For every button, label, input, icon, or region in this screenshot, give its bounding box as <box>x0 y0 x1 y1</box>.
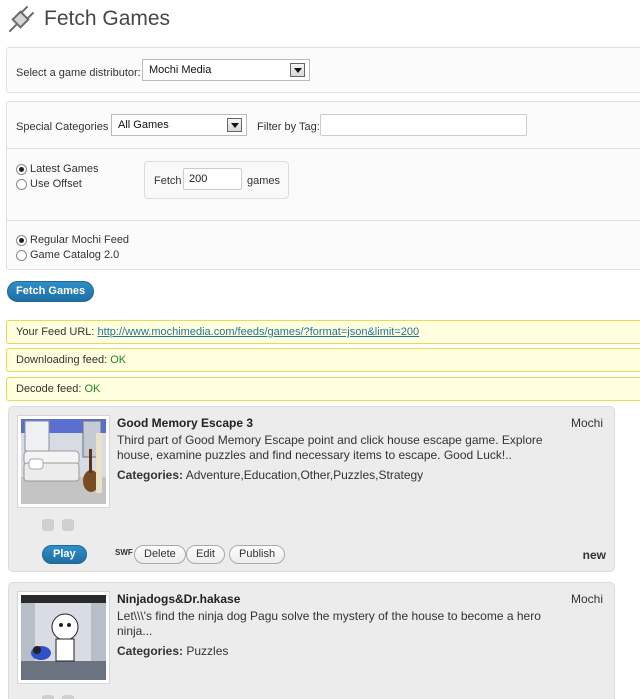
game-description: Third part of Good Memory Escape point a… <box>117 433 543 462</box>
vote-group <box>42 519 74 531</box>
downloading-label: Downloading feed: <box>16 354 108 366</box>
radio-selected-icon <box>16 234 27 246</box>
latest-games-radio[interactable]: Latest Games <box>16 163 98 175</box>
thumbs-up-icon[interactable] <box>62 519 74 531</box>
categories-label: Categories: <box>117 644 184 658</box>
fetch-count-group: Fetch 200 games <box>144 161 289 199</box>
fetch-games-button[interactable]: Fetch Games <box>7 281 95 302</box>
distributor-selected-value: Mochi Media <box>149 64 212 76</box>
game-title: Ninjadogs&Dr.hakase <box>117 592 241 606</box>
decode-label: Decode feed: <box>16 383 82 395</box>
thumbs-up-icon[interactable] <box>62 695 74 699</box>
game-thumbnail-image <box>21 419 106 504</box>
game-catalog-label: Game Catalog 2.0 <box>30 249 120 261</box>
categories-label: Categories: <box>117 468 184 482</box>
game-thumbnail-image <box>21 595 106 680</box>
downloading-notice: Downloading feed: OK <box>6 348 640 372</box>
vote-group <box>42 695 74 699</box>
special-categories-select[interactable]: All Games <box>111 114 247 136</box>
distributor-select[interactable]: Mochi Media <box>142 59 310 81</box>
radio-selected-icon <box>16 163 27 175</box>
downloading-status: OK <box>110 354 127 366</box>
latest-games-label: Latest Games <box>30 163 99 175</box>
radio-unselected-icon <box>16 178 27 190</box>
distributor-panel: Select a game distributor: Mochi Media <box>6 47 640 93</box>
game-categories: Categories: Puzzles <box>117 644 228 658</box>
games-label: games <box>247 175 281 187</box>
delete-button[interactable]: Delete <box>134 545 186 564</box>
game-thumbnail[interactable] <box>17 415 110 508</box>
game-status: new <box>582 548 606 562</box>
fetch-count-input[interactable]: 200 <box>183 168 242 190</box>
game-thumbnail[interactable] <box>17 591 110 684</box>
edit-button[interactable]: Edit <box>186 545 225 564</box>
radio-unselected-icon <box>16 249 27 261</box>
decode-notice: Decode feed: OK <box>6 377 640 401</box>
chevron-down-icon <box>227 118 242 132</box>
game-source: Mochi <box>570 592 603 606</box>
game-card: Ninjadogs&Dr.hakase Mochi Let\\\'s find … <box>8 582 615 699</box>
special-categories-label: Special Categories <box>16 121 109 133</box>
feed-url-link[interactable]: http://www.mochimedia.com/feeds/games/?f… <box>98 326 420 338</box>
swf-icon: SWF <box>115 548 133 557</box>
game-title: Good Memory Escape 3 <box>117 416 254 430</box>
publish-button[interactable]: Publish <box>229 545 286 564</box>
game-description: Let\\\'s find the ninja dog Pagu solve t… <box>117 609 541 638</box>
special-categories-selected-value: All Games <box>118 119 169 131</box>
thumbs-down-icon[interactable] <box>42 695 54 699</box>
chevron-down-icon <box>290 63 305 77</box>
decode-status: OK <box>84 383 101 395</box>
divider <box>7 220 640 221</box>
game-categories: Categories: Adventure,Education,Other,Pu… <box>117 468 423 482</box>
filter-tag-input[interactable] <box>320 114 527 136</box>
plug-icon <box>9 6 34 32</box>
categories-value: Adventure,Education,Other,Puzzles,Strate… <box>185 468 424 482</box>
use-offset-label: Use Offset <box>30 178 82 190</box>
use-offset-radio[interactable]: Use Offset <box>16 178 82 190</box>
filter-tag-label: Filter by Tag: <box>257 121 320 133</box>
options-panel: Special Categories All Games Filter by T… <box>6 101 640 270</box>
regular-feed-label: Regular Mochi Feed <box>30 234 130 246</box>
categories-value: Puzzles <box>186 644 229 658</box>
play-button[interactable]: Play <box>42 545 87 564</box>
game-source: Mochi <box>570 416 603 430</box>
fetch-label: Fetch <box>154 175 182 187</box>
thumbs-down-icon[interactable] <box>42 519 54 531</box>
page-title: Fetch Games <box>44 7 171 30</box>
regular-feed-radio[interactable]: Regular Mochi Feed <box>16 234 129 246</box>
game-card: Good Memory Escape 3 Mochi Third part of… <box>8 406 615 572</box>
page-header: Fetch Games <box>6 4 170 34</box>
divider <box>7 148 640 149</box>
feed-url-label: Your Feed URL: <box>16 326 95 338</box>
distributor-label: Select a game distributor: <box>16 67 141 79</box>
game-catalog-radio[interactable]: Game Catalog 2.0 <box>16 249 119 261</box>
feed-url-notice: Your Feed URL: http://www.mochimedia.com… <box>6 320 640 344</box>
